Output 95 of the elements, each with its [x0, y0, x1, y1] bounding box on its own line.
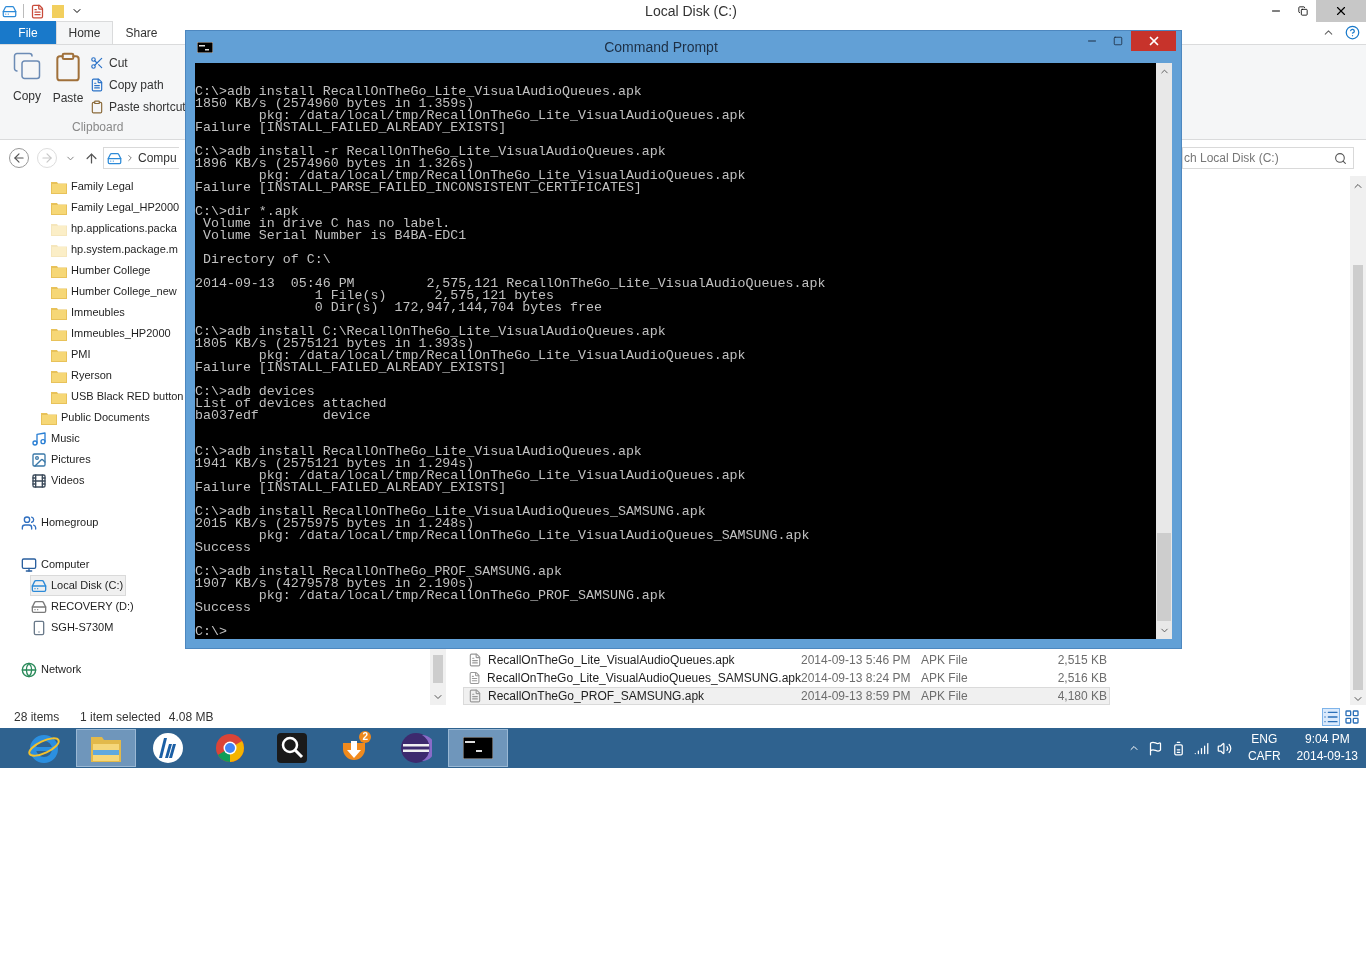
nav-item[interactable]: Immeubles_HP2000: [50, 323, 174, 344]
volume-icon[interactable]: [1216, 740, 1232, 756]
terminal-icon: [197, 41, 213, 53]
search-field[interactable]: ch Local Disk (C:): [1182, 147, 1354, 169]
nav-item[interactable]: Videos: [30, 470, 88, 491]
scrollbar[interactable]: [430, 649, 446, 705]
selection-info: 1 item selected: [79, 708, 161, 726]
nav-item[interactable]: SGH-S730M: [30, 617, 117, 638]
close-button[interactable]: [1131, 31, 1176, 51]
nav-item[interactable]: Immeubles: [50, 302, 128, 323]
file-date: 2014-09-13 5:46 PM: [801, 652, 912, 669]
nav-item[interactable]: Homegroup: [20, 512, 102, 533]
file-type: APK File: [921, 670, 969, 687]
copy-button[interactable]: Copy: [8, 51, 46, 105]
file-icon: [468, 653, 482, 667]
clock-time[interactable]: 9:04 PM: [1304, 731, 1350, 748]
file-row[interactable]: RecallOnTheGo_PROF_SAMSUNG.apk 2014-09-13 8:59 PM APK File 4,180 KB: [463, 687, 1110, 705]
scrollbar[interactable]: [1350, 176, 1366, 705]
window-title: Local Disk (C:): [644, 1, 738, 21]
search-icon: [1334, 151, 1347, 165]
paste-button[interactable]: Paste: [48, 51, 88, 107]
help-icon[interactable]: [1345, 25, 1360, 40]
file-type: APK File: [921, 688, 969, 705]
item-count: 28 items: [13, 708, 61, 726]
file-row[interactable]: RecallOnTheGo_Lite_VisualAudioQueues_SAMSUNG.apk2014-09-13 8:24 PM APK File 2,516 KB: [463, 669, 1110, 687]
nav-item[interactable]: Local Disk (C:): [30, 575, 127, 596]
tiles-view-button[interactable]: [1344, 708, 1360, 725]
ribbon-tab[interactable]: Share: [113, 21, 170, 44]
chrome-icon: [215, 733, 245, 763]
drive-icon: [107, 150, 122, 166]
taskbar-button[interactable]: [448, 729, 508, 767]
clock-date[interactable]: 2014-09-13: [1296, 748, 1358, 765]
scrollbar-thumb[interactable]: [433, 655, 443, 683]
properties-icon[interactable]: [30, 3, 45, 19]
nav-item[interactable]: USB Black RED button: [50, 386, 187, 407]
selection-size: 4.08 MB: [167, 708, 214, 726]
terminal-icon: [463, 737, 493, 759]
up-button[interactable]: [84, 150, 99, 166]
nav-item[interactable]: Network: [20, 659, 85, 680]
drive-icon: [2, 3, 17, 19]
signal-icon[interactable]: [1193, 740, 1209, 756]
paste-shortcut-button[interactable]: Paste shortcut: [90, 97, 186, 116]
nav-item[interactable]: Family Legal_HP2000: [50, 197, 183, 218]
browser-icon: [27, 732, 61, 764]
notification-badge: 2: [359, 731, 371, 743]
nav-item[interactable]: Pictures: [30, 449, 94, 470]
scissors-icon: [90, 55, 104, 70]
file-icon: [468, 671, 482, 685]
ribbon-group-label: Clipboard: [71, 119, 125, 136]
cut-button[interactable]: Cut: [90, 53, 186, 72]
file-date: 2014-09-13 8:59 PM: [801, 688, 912, 705]
magnifier-icon: [276, 732, 308, 764]
chevron-icon: [125, 153, 135, 163]
address-bar[interactable]: Compu: [103, 147, 179, 169]
console-output: C:\>adb install RecallOnTheGo_Lite_VisualAudioQueues.apk 1850 KB/s (2574960 bytes in 1.359s) pkg: /data/local/tmp/RecallOnTheGo_Lite_VisualAudioQueues.apk Failure [INSTALL_FAILED_ALREADY_EXISTS] C:\>adb install -r RecallOnTheGo_Lite_VisualAudioQueues.apk 1896 KB/s (2574960 bytes in 1.326s) pkg: /data/local/tmp/RecallOnTheGo_Lite_VisualAudioQueues.apk Failure [INSTALL_PARSE_FAILED_INCONSISTENT_CERTIFICATES] C:\>dir *.apk Volume in drive C has no label. Volume Serial Number is B4BA-EDC1 Directory of C:\ 2014-09-13 05:46 PM 2,575,121 RecallOnTheGo_Lite_VisualAudioQueues.apk 1 File(s) 2,575,121 bytes 0 Dir(s) 172,947,144,704 bytes free C:\>adb install C:\RecallOnTheGo_Lite_VisualAudioQueues.apk 1805 KB/s (2575121 bytes in 1.393s) pkg: /data/local/tmp/RecallOnTheGo_Lite_VisualAudioQueues.apk Failure [INSTALL_FAILED_ALREADY_EXISTS] C:\>adb devices List of devices attached ba037edf device C:\>adb install RecallOnTheGo_Lite_VisualAudioQueues.apk 1941 KB/s (2575121 bytes in 1.294s) pkg: /data/local/tmp/RecallOnTheGo_Lite_VisualAudioQueues.apk Failure [INSTALL_FAILED_ALREADY_EXISTS] C:\>adb install RecallOnTheGo_Lite_VisualAudioQueues_SAMSUNG.apk 2015 KB/s (2575975 bytes in 1.248s) pkg: /data/local/tmp/RecallOnTheGo_Lite_VisualAudioQueues_SAMSUNG.apk Success C:\>adb install RecallOnTheGo_PROF_SAMSUNG.apk 1907 KB/s (4279578 bytes in 2.190s) pkg: /data/local/tmp/RecallOnTheGo_PROF_SAMSUNG.apk Success C:\>: [195, 83, 827, 639]
nav-item[interactable]: Humber College_new: [50, 281, 180, 302]
ribbon-tab[interactable]: File: [0, 21, 56, 44]
close-icon: [1334, 4, 1348, 18]
nav-item[interactable]: RECOVERY (D:): [30, 596, 137, 617]
ribbon-tab[interactable]: Home: [56, 21, 113, 44]
window-title: Command Prompt: [603, 37, 719, 57]
keyboard-layout[interactable]: CAFR: [1247, 748, 1281, 765]
flag-icon[interactable]: [1147, 740, 1163, 756]
scrollbar-thumb[interactable]: [1353, 265, 1363, 690]
nav-item[interactable]: Music: [30, 428, 83, 449]
document-icon: [90, 77, 104, 92]
file-row[interactable]: RecallOnTheGo_Lite_VisualAudioQueues.apk 2014-09-13 5:46 PM APK File 2,515 KB: [463, 651, 1110, 669]
nav-item[interactable]: Family Legal: [50, 176, 137, 197]
file-size: 2,516 KB: [1056, 670, 1107, 687]
file-type: APK File: [921, 652, 969, 669]
clipboard-icon: [90, 99, 104, 114]
nav-item[interactable]: Ryerson: [50, 365, 115, 386]
file-date: 2014-09-13 8:24 PM: [801, 670, 912, 687]
nav-item[interactable]: hp.system.package.m: [50, 239, 181, 260]
nav-item[interactable]: Humber College: [50, 260, 154, 281]
nav-item[interactable]: PMI: [50, 344, 94, 365]
hp-logo-icon: [152, 732, 184, 764]
file-size: 4,180 KB: [1056, 688, 1107, 705]
nav-item[interactable]: Public Documents: [40, 407, 153, 428]
details-view-button[interactable]: [1322, 707, 1340, 726]
file-name: RecallOnTheGo_Lite_VisualAudioQueues.apk: [488, 652, 735, 669]
copy-path-button[interactable]: Copy path: [90, 75, 186, 94]
nav-item[interactable]: Computer: [20, 554, 93, 575]
file-name: RecallOnTheGo_PROF_SAMSUNG.apk: [488, 688, 705, 705]
restore-icon: [1297, 6, 1308, 16]
eclipse-icon: [400, 732, 432, 764]
file-icon: [468, 689, 482, 703]
file-name: RecallOnTheGo_Lite_VisualAudioQueues_SAMSUNG.apk: [487, 670, 801, 687]
scrollbar[interactable]: [1156, 63, 1172, 639]
scrollbar-thumb[interactable]: [1157, 533, 1171, 621]
nav-item[interactable]: hp.applications.packa: [50, 218, 180, 239]
maximize-icon: [1113, 36, 1123, 46]
language-code[interactable]: ENG: [1251, 731, 1278, 748]
file-size: 2,515 KB: [1056, 652, 1107, 669]
copy-icon: [12, 51, 42, 81]
